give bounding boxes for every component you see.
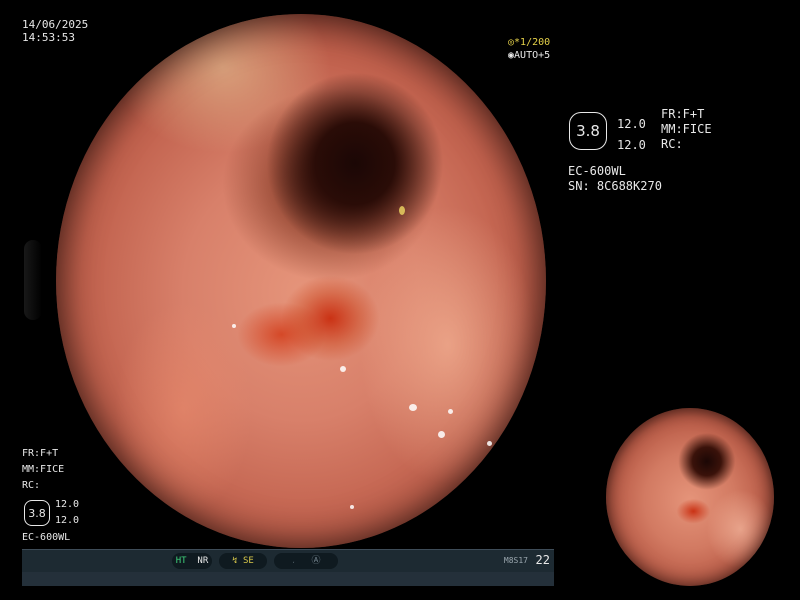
specular-highlight bbox=[448, 409, 453, 415]
specular-highlight bbox=[487, 441, 493, 447]
left-enhancement-values: 12.0 12.0 bbox=[55, 497, 79, 529]
structure-enhancement-value: 3.8 bbox=[28, 506, 46, 520]
specular-highlight bbox=[438, 430, 446, 438]
enhancement-bottom: 12.0 bbox=[55, 515, 80, 526]
endoscope-thumbnail-view[interactable] bbox=[606, 408, 774, 586]
scope-info: EC-600WL SN: 8C688K270 bbox=[568, 164, 662, 194]
date: 14/06/2025 bbox=[22, 18, 89, 31]
left-scope-model: EC-600WL bbox=[22, 532, 71, 543]
specular-highlight bbox=[408, 403, 417, 411]
nr-label: NR bbox=[197, 556, 209, 566]
endoscope-main-view bbox=[56, 14, 546, 548]
edge-band bbox=[24, 240, 42, 320]
memory-mode: MM:FICE bbox=[22, 464, 65, 475]
mode-info: FR:F+T MM:FICE RC: bbox=[661, 107, 712, 152]
specular-highlight bbox=[232, 323, 237, 328]
shutter-info: ◎*1/200 ◉AUTO+5 bbox=[508, 36, 550, 62]
rc-mode: RC: bbox=[22, 480, 41, 491]
datetime: 14/06/2025 14:53:53 bbox=[22, 18, 88, 44]
enhancement-values: 12.0 12.0 bbox=[617, 114, 646, 156]
specular-highlight bbox=[350, 505, 354, 510]
se-icon: ↯ bbox=[232, 556, 238, 566]
serial-number: SN: 8C688K270 bbox=[568, 179, 662, 193]
specular-highlight bbox=[399, 206, 405, 216]
enhancement-top: 12.0 bbox=[55, 499, 80, 510]
rc-mode: RC: bbox=[661, 137, 683, 151]
structure-enhancement-badge: 3.8 bbox=[569, 112, 607, 150]
iris-mode: AUTO+5 bbox=[514, 50, 551, 61]
time: 14:53:53 bbox=[22, 31, 75, 44]
frame-mode: FR:F+T bbox=[22, 448, 59, 459]
record-icon: Ⓐ bbox=[311, 556, 321, 566]
left-mode-info: FR:F+T MM:FICE RC: bbox=[22, 446, 64, 494]
structure-enhancement-value: 3.8 bbox=[576, 122, 600, 140]
enhancement-top: 12.0 bbox=[617, 117, 646, 131]
enhancement-bottom: 12.0 bbox=[617, 138, 646, 152]
memory-mode: MM:FICE bbox=[661, 122, 712, 136]
scope-model: EC-600WL bbox=[568, 164, 626, 178]
record-indicator[interactable]: Ⓐ bbox=[294, 553, 338, 569]
memory-label: M8S17 bbox=[503, 556, 528, 565]
status-bar: HT NR ↯ SE ⁄ Ⓐ M8S17 22 bbox=[22, 549, 554, 586]
left-structure-enhancement-badge: 3.8 bbox=[24, 500, 50, 526]
ht-nr-indicator[interactable]: HT NR bbox=[172, 553, 212, 569]
shutter-speed: *1/200 bbox=[514, 37, 551, 48]
specular-highlight bbox=[340, 366, 347, 373]
ht-label: HT bbox=[175, 556, 187, 566]
se-label: SE bbox=[243, 556, 254, 566]
frame-counter: 22 bbox=[535, 553, 550, 567]
frame-mode: FR:F+T bbox=[661, 107, 705, 121]
se-indicator[interactable]: ↯ SE bbox=[219, 553, 267, 569]
